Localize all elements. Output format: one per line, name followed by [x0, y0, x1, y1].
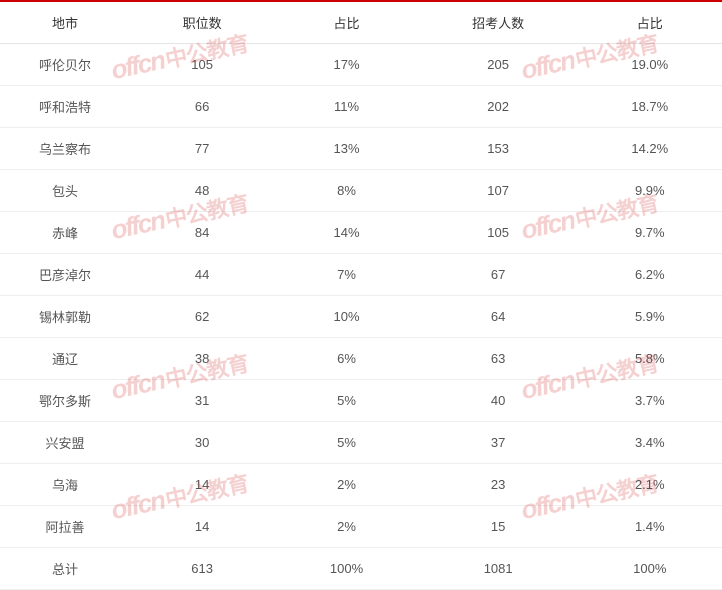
cell-pct1: 100% — [274, 548, 418, 590]
cell-recruits: 67 — [419, 254, 578, 296]
header-positions: 职位数 — [130, 1, 274, 44]
data-table-container: 地市 职位数 占比 招考人数 占比 呼伦贝尔10517%20519.0%呼和浩特… — [0, 0, 722, 590]
cell-pct2: 2.1% — [578, 464, 722, 506]
table-row: 兴安盟305%373.4% — [0, 422, 722, 464]
cell-pct2: 14.2% — [578, 128, 722, 170]
header-pct2: 占比 — [578, 1, 722, 44]
cell-positions: 44 — [130, 254, 274, 296]
table-row: 阿拉善142%151.4% — [0, 506, 722, 548]
table-row: 乌海142%232.1% — [0, 464, 722, 506]
cell-pct2: 9.7% — [578, 212, 722, 254]
cell-positions: 77 — [130, 128, 274, 170]
cell-recruits: 15 — [419, 506, 578, 548]
cell-pct1: 8% — [274, 170, 418, 212]
cell-pct1: 6% — [274, 338, 418, 380]
cell-pct1: 5% — [274, 422, 418, 464]
cell-positions: 105 — [130, 44, 274, 86]
cell-city: 呼和浩特 — [0, 86, 130, 128]
cell-city: 锡林郭勒 — [0, 296, 130, 338]
table-row: 锡林郭勒6210%645.9% — [0, 296, 722, 338]
cell-pct1: 17% — [274, 44, 418, 86]
header-city: 地市 — [0, 1, 130, 44]
table-row: 包头488%1079.9% — [0, 170, 722, 212]
table-body: 呼伦贝尔10517%20519.0%呼和浩特6611%20218.7%乌兰察布7… — [0, 44, 722, 590]
cell-city: 包头 — [0, 170, 130, 212]
cell-pct2: 100% — [578, 548, 722, 590]
cell-recruits: 105 — [419, 212, 578, 254]
cell-pct1: 2% — [274, 506, 418, 548]
table-row: 赤峰8414%1059.7% — [0, 212, 722, 254]
cell-pct1: 10% — [274, 296, 418, 338]
cell-pct2: 6.2% — [578, 254, 722, 296]
cell-positions: 14 — [130, 464, 274, 506]
cell-pct1: 11% — [274, 86, 418, 128]
cell-city: 总计 — [0, 548, 130, 590]
cell-city: 乌兰察布 — [0, 128, 130, 170]
cell-pct2: 5.9% — [578, 296, 722, 338]
cell-city: 通辽 — [0, 338, 130, 380]
header-pct1: 占比 — [274, 1, 418, 44]
cell-city: 巴彦淖尔 — [0, 254, 130, 296]
data-table: 地市 职位数 占比 招考人数 占比 呼伦贝尔10517%20519.0%呼和浩特… — [0, 0, 722, 590]
cell-city: 乌海 — [0, 464, 130, 506]
cell-recruits: 40 — [419, 380, 578, 422]
cell-pct1: 13% — [274, 128, 418, 170]
cell-pct2: 1.4% — [578, 506, 722, 548]
cell-pct2: 19.0% — [578, 44, 722, 86]
cell-recruits: 107 — [419, 170, 578, 212]
cell-positions: 14 — [130, 506, 274, 548]
cell-pct1: 5% — [274, 380, 418, 422]
table-row: 总计613100%1081100% — [0, 548, 722, 590]
cell-pct2: 18.7% — [578, 86, 722, 128]
cell-city: 兴安盟 — [0, 422, 130, 464]
cell-pct2: 3.7% — [578, 380, 722, 422]
cell-pct1: 14% — [274, 212, 418, 254]
cell-positions: 613 — [130, 548, 274, 590]
cell-recruits: 1081 — [419, 548, 578, 590]
cell-positions: 62 — [130, 296, 274, 338]
cell-recruits: 202 — [419, 86, 578, 128]
cell-recruits: 23 — [419, 464, 578, 506]
cell-recruits: 205 — [419, 44, 578, 86]
cell-pct2: 9.9% — [578, 170, 722, 212]
cell-recruits: 37 — [419, 422, 578, 464]
table-row: 呼和浩特6611%20218.7% — [0, 86, 722, 128]
cell-positions: 31 — [130, 380, 274, 422]
table-row: 呼伦贝尔10517%20519.0% — [0, 44, 722, 86]
cell-recruits: 64 — [419, 296, 578, 338]
table-row: 巴彦淖尔447%676.2% — [0, 254, 722, 296]
cell-positions: 38 — [130, 338, 274, 380]
cell-recruits: 63 — [419, 338, 578, 380]
cell-pct2: 3.4% — [578, 422, 722, 464]
cell-positions: 30 — [130, 422, 274, 464]
header-recruits: 招考人数 — [419, 1, 578, 44]
cell-positions: 66 — [130, 86, 274, 128]
cell-positions: 84 — [130, 212, 274, 254]
table-row: 通辽386%635.8% — [0, 338, 722, 380]
cell-city: 赤峰 — [0, 212, 130, 254]
cell-city: 呼伦贝尔 — [0, 44, 130, 86]
table-header-row: 地市 职位数 占比 招考人数 占比 — [0, 1, 722, 44]
cell-city: 阿拉善 — [0, 506, 130, 548]
cell-pct2: 5.8% — [578, 338, 722, 380]
table-row: 乌兰察布7713%15314.2% — [0, 128, 722, 170]
table-row: 鄂尔多斯315%403.7% — [0, 380, 722, 422]
cell-pct1: 7% — [274, 254, 418, 296]
cell-positions: 48 — [130, 170, 274, 212]
cell-pct1: 2% — [274, 464, 418, 506]
cell-city: 鄂尔多斯 — [0, 380, 130, 422]
cell-recruits: 153 — [419, 128, 578, 170]
